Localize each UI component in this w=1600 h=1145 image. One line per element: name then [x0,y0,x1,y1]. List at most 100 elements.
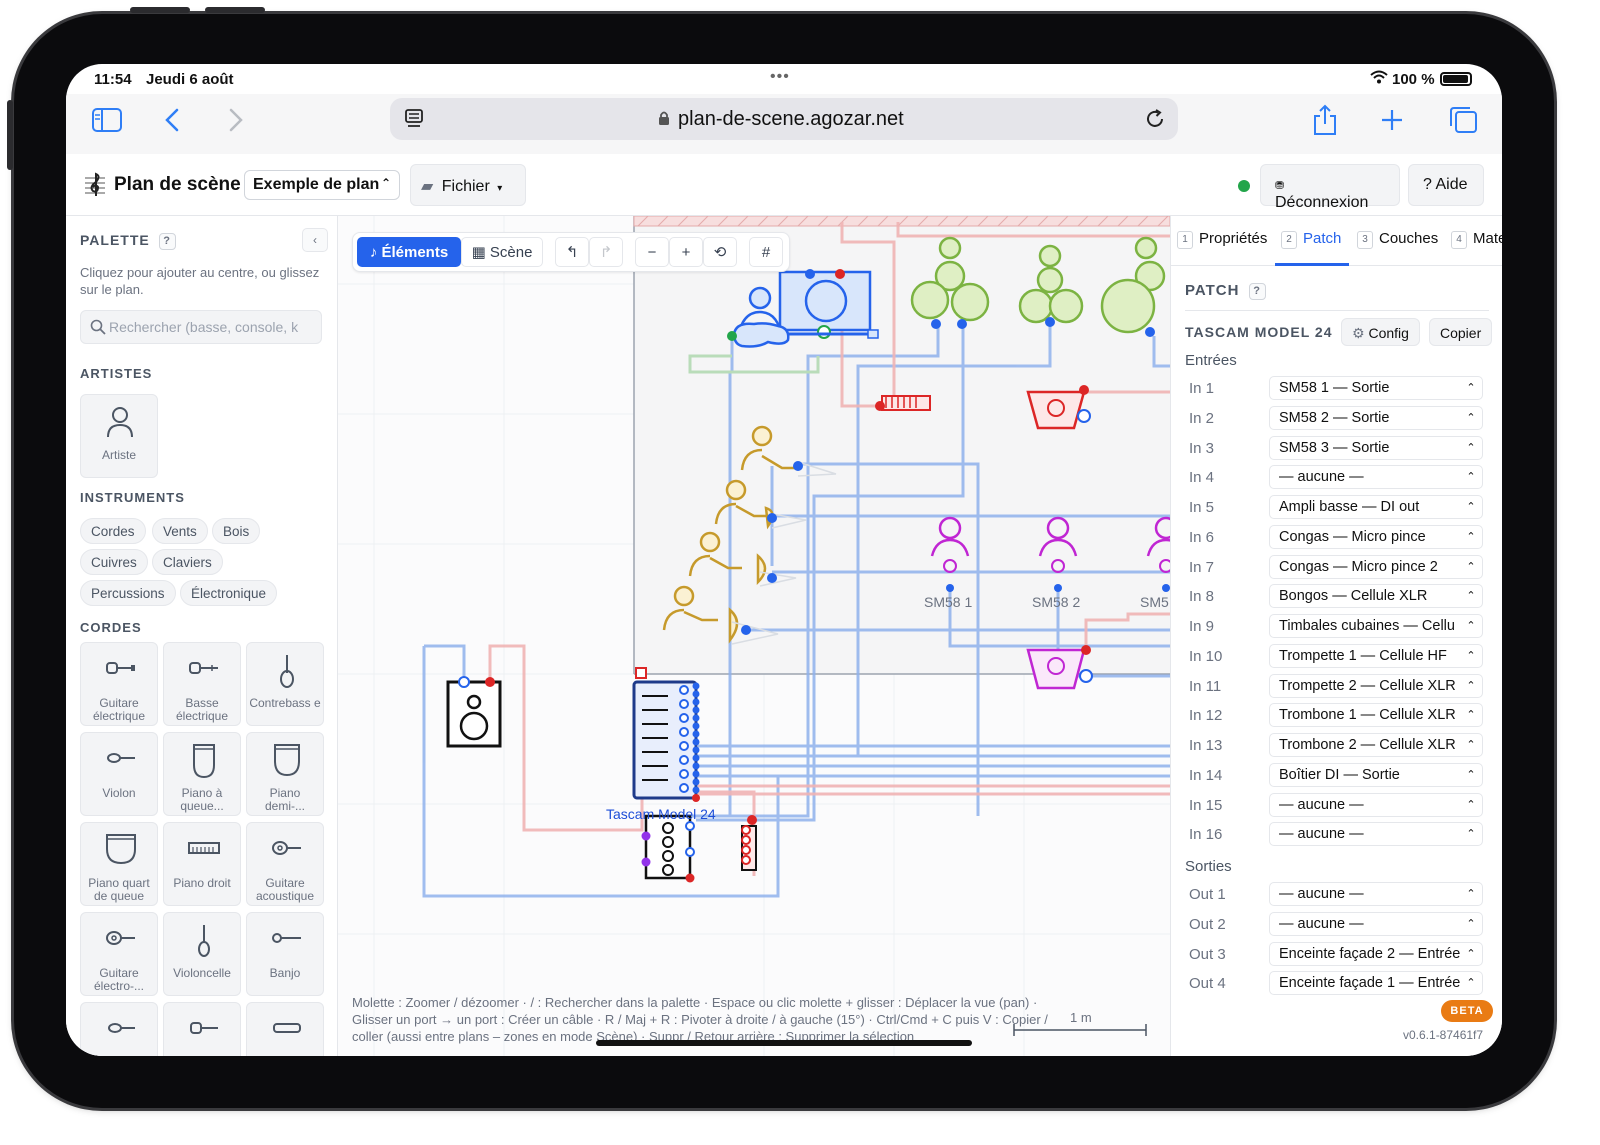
logout-button[interactable]: ⛃ Déconnexion [1260,164,1400,211]
palette-tile-violoncelle[interactable]: Violoncelle [163,912,241,996]
di-port[interactable] [875,401,885,411]
palette-tile-piano-droit[interactable]: Piano droit [163,822,241,906]
wedge-monitor[interactable] [1026,648,1086,690]
palette-tile-piano-quart-de-queue[interactable]: Piano quart de queue [80,822,158,906]
filter-chip-percussions[interactable]: Percussions [80,580,176,606]
reset-view-button[interactable]: ⟲ [703,237,737,267]
palette-tile-contrebasse[interactable]: Contrebass e [246,642,324,726]
input-select[interactable]: Trompette 1 — Cellule HF ⌃ [1269,643,1483,668]
reload-icon[interactable] [1144,108,1166,130]
input-select[interactable]: Bongos — Cellule XLR ⌃ [1269,584,1483,609]
palette-tile[interactable] [163,1002,241,1056]
bass-guitar[interactable] [732,322,790,348]
multitasking-dots-icon[interactable]: ••• [770,68,790,86]
filter-chip-electronique[interactable]: Électronique [180,580,278,606]
undo-button[interactable]: ↰ [555,237,589,267]
forward-icon[interactable] [228,108,244,132]
redo-button[interactable]: ↱ [589,237,623,267]
input-select[interactable]: SM58 1 — Sortie ⌃ [1269,376,1483,400]
zoom-out-button[interactable]: − [635,237,669,267]
console-output-port[interactable] [692,794,700,802]
grid-toggle-button[interactable]: # [749,237,783,267]
tab-couches[interactable]: 3 Couches [1357,230,1438,249]
input-select[interactable]: Trompette 2 — Cellule XLR ⌃ [1269,673,1483,698]
power-strip-port[interactable] [747,815,757,825]
palette-help-badge[interactable]: ? [158,232,176,250]
bass-port[interactable] [727,331,737,341]
input-select[interactable]: — aucune — ⌃ [1269,465,1483,490]
tab-proprietes[interactable]: 1 Propriétés [1177,230,1267,249]
palette-tile-guitare-electrique[interactable]: Guitare électrique [80,642,158,726]
amp-port[interactable] [817,325,831,339]
palette-tile[interactable] [80,1002,158,1056]
stagebox-port[interactable] [685,873,695,883]
mic-port[interactable] [1054,584,1062,592]
input-select[interactable]: — aucune — ⌃ [1269,822,1483,847]
input-select[interactable]: Trombone 1 — Cellule XLR ⌃ [1269,703,1483,728]
tabs-overview-icon[interactable] [1448,106,1478,134]
palette-tile-banjo[interactable]: Banjo [246,912,324,996]
output-select[interactable]: — aucune — ⌃ [1269,882,1483,906]
input-select[interactable]: Boîtier DI — Sortie ⌃ [1269,762,1483,787]
copy-button[interactable]: Copier [1429,318,1493,346]
input-select[interactable]: Timbales cubaines — Cellu ⌃ [1269,614,1483,638]
wedge-port[interactable] [1081,645,1091,655]
stage-canvas[interactable]: SM58 1 SM58 2 SM5 Tascam Model 24 ♪ Élém… [338,216,1170,1056]
palette-tile-artiste[interactable]: Artiste [80,394,158,478]
palette-tile-violon[interactable]: Violon [80,732,158,816]
filter-chip-vents[interactable]: Vents [152,518,208,544]
tab-patch[interactable]: 2 Patch [1281,230,1341,249]
home-indicator[interactable] [596,1040,972,1046]
wedge-monitor[interactable] [1026,390,1086,430]
amp-port[interactable] [805,269,815,279]
output-select[interactable]: Enceinte façade 2 — Entrée ⌃ [1269,941,1483,966]
mode-elements-button[interactable]: ♪ Éléments [357,237,461,267]
file-menu-button[interactable]: ▰ Fichier ▾ [410,164,526,206]
tab-materiel[interactable]: 4 Mate [1451,230,1502,249]
palette-tile[interactable] [246,1002,324,1056]
filter-chip-claviers[interactable]: Claviers [152,549,223,575]
collapse-palette-button[interactable]: ‹ [302,228,328,252]
filter-chip-cordes[interactable]: Cordes [80,518,146,544]
plan-select[interactable]: Exemple de plan ⌃ [244,170,400,200]
palette-search-input[interactable]: Rechercher (basse, console, k [80,310,322,344]
palette-tile-piano-a-queue[interactable]: Piano à queue... [163,732,241,816]
config-button[interactable]: ⚙ Config [1341,318,1420,346]
share-icon[interactable] [1312,104,1338,136]
help-button[interactable]: ? Aide [1408,164,1484,206]
input-select[interactable]: Ampli basse — DI out ⌃ [1269,495,1483,519]
wedge-port[interactable] [1077,409,1091,423]
wedge-port[interactable] [1079,385,1089,395]
input-select[interactable]: Congas — Micro pince ⌃ [1269,524,1483,549]
palette-tile-basse-electrique[interactable]: Basse électrique [163,642,241,726]
input-select[interactable]: — aucune — ⌃ [1269,792,1483,817]
address-bar[interactable]: plan-de-scene.agozar.net [390,98,1178,140]
amp-port[interactable] [835,269,845,279]
mic-port[interactable] [946,584,954,592]
zoom-in-button[interactable]: + [669,237,703,267]
mic-port[interactable] [1162,584,1170,592]
new-tab-icon[interactable] [1380,108,1404,132]
mode-scene-button[interactable]: ▦ Scène [461,237,543,267]
filter-chip-cuivres[interactable]: Cuivres [80,549,148,575]
stage-plan-drawing[interactable] [338,216,1170,1056]
di-box[interactable] [881,395,931,411]
sidebar-toggle-icon[interactable] [92,108,122,132]
palette-tile-guitare-acoustique[interactable]: Guitare acoustique [246,822,324,906]
output-select[interactable]: — aucune — ⌃ [1269,911,1483,936]
input-select[interactable]: Congas — Micro pince 2 ⌃ [1269,554,1483,579]
filter-chip-bois[interactable]: Bois [212,518,261,544]
input-select[interactable]: SM58 3 — Sortie ⌃ [1269,435,1483,460]
input-select[interactable]: Trombone 2 — Cellule XLR ⌃ [1269,733,1483,757]
wedge-port[interactable] [1079,669,1093,683]
input-select[interactable]: SM58 2 — Sortie ⌃ [1269,405,1483,430]
back-icon[interactable] [164,108,180,132]
reader-icon[interactable] [404,108,426,130]
palette-tile-piano-demi-queue[interactable]: Piano demi-... [246,732,324,816]
bassist-head[interactable] [748,286,772,310]
output-select[interactable]: Enceinte façade 1 — Entrée ⌃ [1269,971,1483,996]
speaker-port[interactable] [458,676,470,688]
palette-tile-guitare-electro[interactable]: Guitare électro-... [80,912,158,996]
patch-help-badge[interactable]: ? [1248,282,1266,300]
console-power-port[interactable] [635,667,647,679]
